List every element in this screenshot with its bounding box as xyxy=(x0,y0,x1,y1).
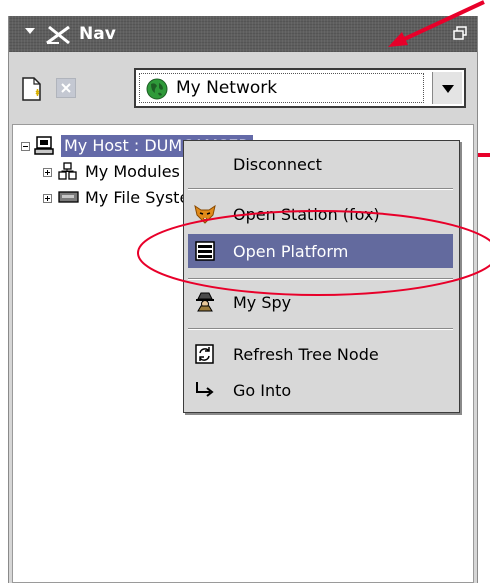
tree-node-modules-label[interactable]: My Modules xyxy=(85,162,180,181)
refresh-icon xyxy=(195,344,214,364)
collapse-caret-icon[interactable] xyxy=(25,28,35,34)
menu-item-open-platform-label: Open Platform xyxy=(233,242,349,261)
fox-icon xyxy=(194,204,216,224)
network-select-value: My Network xyxy=(139,73,424,103)
tree-node-file-system[interactable]: My File System xyxy=(43,186,205,210)
nav-icon xyxy=(46,25,70,45)
computer-icon xyxy=(34,136,54,155)
menu-item-disconnect[interactable]: Disconnect xyxy=(188,147,453,181)
expand-toggle[interactable] xyxy=(43,168,52,177)
menu-separator xyxy=(188,188,453,190)
spy-icon xyxy=(196,292,214,312)
menu-separator xyxy=(188,328,453,330)
menu-item-my-spy[interactable]: My Spy xyxy=(188,285,453,319)
network-select-label: My Network xyxy=(176,78,278,98)
close-button[interactable] xyxy=(56,78,76,98)
modules-icon xyxy=(58,162,77,180)
menu-item-open-platform[interactable]: Open Platform xyxy=(188,234,453,268)
expand-toggle[interactable] xyxy=(43,194,52,203)
dropdown-button[interactable] xyxy=(432,72,462,104)
chevron-down-icon xyxy=(442,85,454,93)
globe-icon xyxy=(146,78,168,100)
collapse-toggle[interactable] xyxy=(21,142,30,151)
menu-item-go-into-label: Go Into xyxy=(233,381,292,400)
nav-titlebar[interactable]: Nav xyxy=(9,16,477,52)
platform-icon xyxy=(195,241,215,261)
context-menu: Disconnect Open Station (fox) Open Platf… xyxy=(183,140,460,413)
go-into-icon xyxy=(196,382,214,397)
network-select[interactable]: My Network xyxy=(134,68,466,108)
restore-window-icon[interactable] xyxy=(453,26,467,40)
menu-separator xyxy=(188,278,453,280)
menu-item-my-spy-label: My Spy xyxy=(233,293,292,312)
menu-item-refresh-tree-node[interactable]: Refresh Tree Node xyxy=(188,337,453,371)
close-icon xyxy=(61,83,71,93)
menu-item-go-into[interactable]: Go Into xyxy=(188,373,453,407)
menu-item-refresh-tree-node-label: Refresh Tree Node xyxy=(233,345,379,364)
new-document-icon[interactable] xyxy=(21,76,43,102)
nav-title: Nav xyxy=(79,24,116,44)
menu-item-open-station[interactable]: Open Station (fox) xyxy=(188,197,453,231)
tree-node-modules[interactable]: My Modules xyxy=(43,160,193,184)
menu-item-open-station-label: Open Station (fox) xyxy=(233,205,380,224)
menu-item-disconnect-label: Disconnect xyxy=(233,155,322,174)
nav-toolbar: My Network xyxy=(9,52,477,124)
drive-icon xyxy=(58,191,79,203)
